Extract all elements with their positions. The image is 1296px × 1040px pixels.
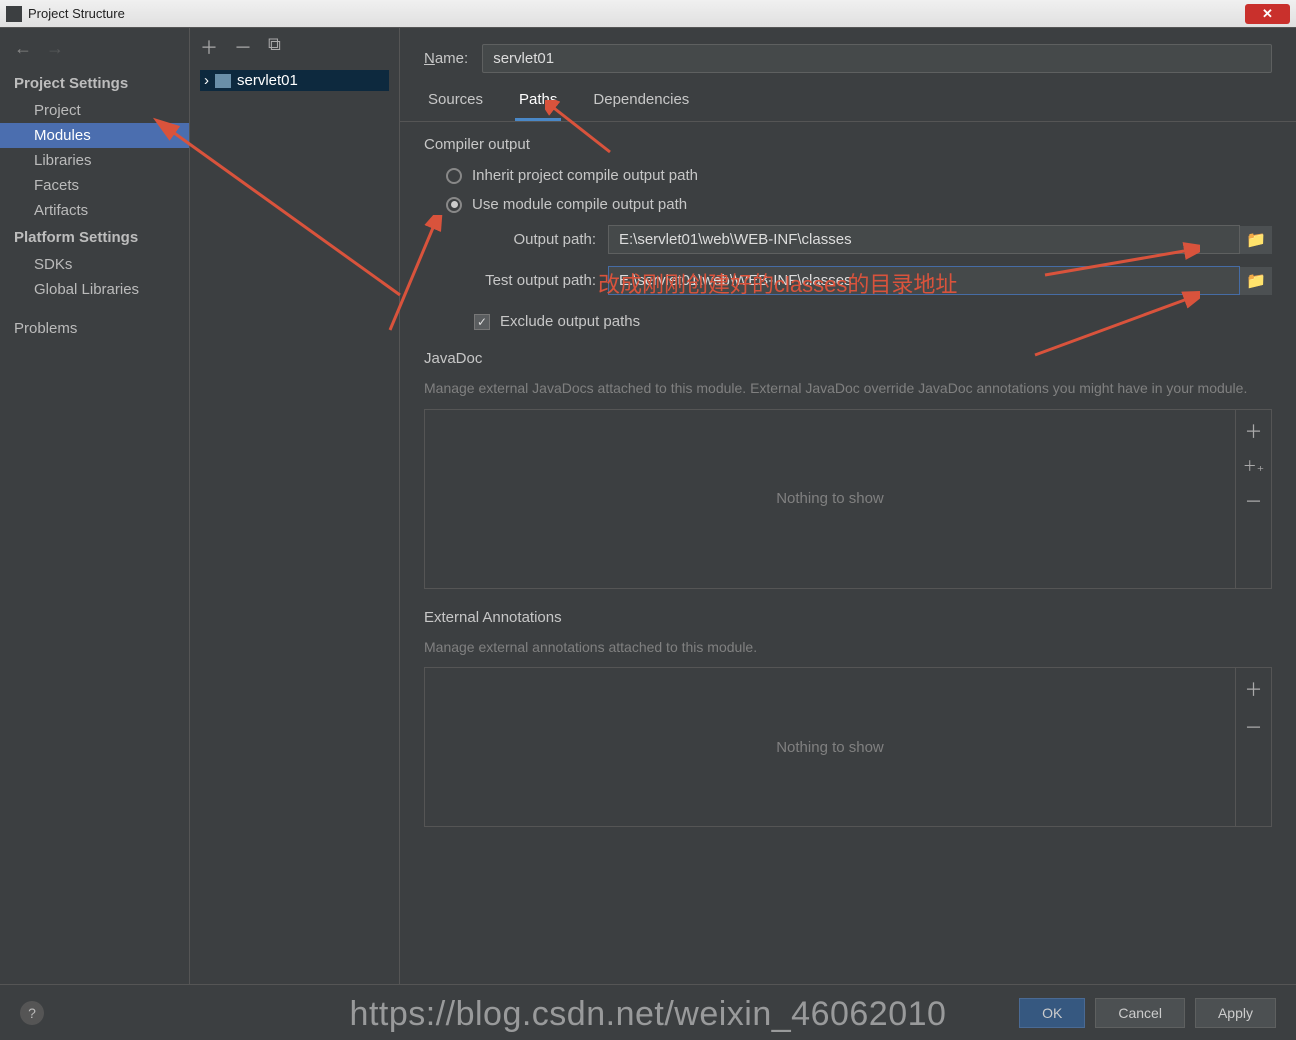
compiler-output-title: Compiler output — [424, 136, 1272, 161]
platform-settings-header: Platform Settings — [0, 223, 189, 252]
sidebar-item-libraries[interactable]: Libraries — [0, 148, 189, 173]
title-bar: Project Structure ✕ — [0, 0, 1296, 28]
exclude-checkbox[interactable]: ✓ — [474, 314, 490, 330]
radio-inherit[interactable] — [446, 168, 462, 184]
remove-annot-icon[interactable]: － — [1245, 714, 1263, 740]
nav-forward-icon[interactable]: → — [46, 38, 64, 59]
sidebar-item-facets[interactable]: Facets — [0, 173, 189, 198]
javadoc-title: JavaDoc — [424, 350, 1272, 375]
folder-open-icon: 📁 — [1246, 230, 1266, 250]
sidebar-item-problems[interactable]: Problems — [0, 316, 189, 341]
ext-annot-empty-text: Nothing to show — [425, 668, 1235, 826]
remove-javadoc-icon[interactable]: － — [1245, 488, 1263, 514]
main-content: Name: Sources Paths Dependencies Compile… — [400, 28, 1296, 984]
browse-test-output-button[interactable]: 📁 — [1240, 267, 1272, 295]
browse-output-button[interactable]: 📁 — [1240, 226, 1272, 254]
exclude-label: Exclude output paths — [500, 313, 640, 330]
copy-module-icon[interactable]: ⧉ — [268, 34, 281, 60]
javadoc-empty-text: Nothing to show — [425, 410, 1235, 588]
sidebar-item-sdks[interactable]: SDKs — [0, 252, 189, 277]
javadoc-listbox: Nothing to show ＋ ＋₊ － — [424, 409, 1272, 589]
module-list-panel: ＋ － ⧉ › servlet01 — [190, 28, 400, 984]
add-module-icon[interactable]: ＋ — [200, 34, 218, 60]
sidebar-item-artifacts[interactable]: Artifacts — [0, 198, 189, 223]
tab-dependencies[interactable]: Dependencies — [589, 85, 693, 121]
javadoc-desc: Manage external JavaDocs attached to thi… — [424, 375, 1272, 409]
folder-icon — [215, 74, 231, 88]
name-label: Name: — [424, 50, 468, 67]
tab-sources[interactable]: Sources — [424, 85, 487, 121]
add-annot-icon[interactable]: ＋ — [1245, 676, 1263, 702]
left-sidebar: ← → Project Settings Project Modules Lib… — [0, 28, 190, 984]
use-module-label: Use module compile output path — [472, 196, 687, 213]
module-tree-item[interactable]: › servlet01 — [200, 70, 389, 91]
add-url-javadoc-icon[interactable]: ＋₊ — [1243, 456, 1264, 476]
ext-annot-title: External Annotations — [424, 609, 1272, 634]
inherit-label: Inherit project compile output path — [472, 167, 698, 184]
cancel-button[interactable]: Cancel — [1095, 998, 1185, 1028]
tab-paths[interactable]: Paths — [515, 85, 561, 121]
output-path-label: Output path: — [446, 231, 596, 248]
project-settings-header: Project Settings — [0, 69, 189, 98]
tabs-bar: Sources Paths Dependencies — [400, 85, 1296, 122]
dialog-footer: ? OK Cancel Apply — [0, 984, 1296, 1040]
folder-open-icon: 📁 — [1246, 271, 1266, 291]
sidebar-item-modules[interactable]: Modules — [0, 123, 189, 148]
add-javadoc-icon[interactable]: ＋ — [1245, 418, 1263, 444]
apply-button[interactable]: Apply — [1195, 998, 1276, 1028]
test-output-path-label: Test output path: — [446, 272, 596, 289]
ext-annot-listbox: Nothing to show ＋ － — [424, 667, 1272, 827]
nav-back-icon[interactable]: ← — [14, 38, 32, 59]
sidebar-item-project[interactable]: Project — [0, 98, 189, 123]
app-icon — [6, 6, 22, 22]
ext-annot-desc: Manage external annotations attached to … — [424, 634, 1272, 668]
help-button[interactable]: ? — [20, 1001, 44, 1025]
module-name: servlet01 — [237, 72, 298, 89]
test-output-path-input[interactable] — [608, 266, 1240, 295]
window-title: Project Structure — [28, 6, 125, 21]
tree-expand-icon[interactable]: › — [204, 72, 209, 89]
ok-button[interactable]: OK — [1019, 998, 1085, 1028]
radio-use-module[interactable] — [446, 197, 462, 213]
remove-module-icon[interactable]: － — [234, 34, 252, 60]
close-button[interactable]: ✕ — [1245, 4, 1290, 24]
output-path-input[interactable] — [608, 225, 1240, 254]
module-name-input[interactable] — [482, 44, 1272, 73]
sidebar-item-global-libraries[interactable]: Global Libraries — [0, 277, 189, 302]
